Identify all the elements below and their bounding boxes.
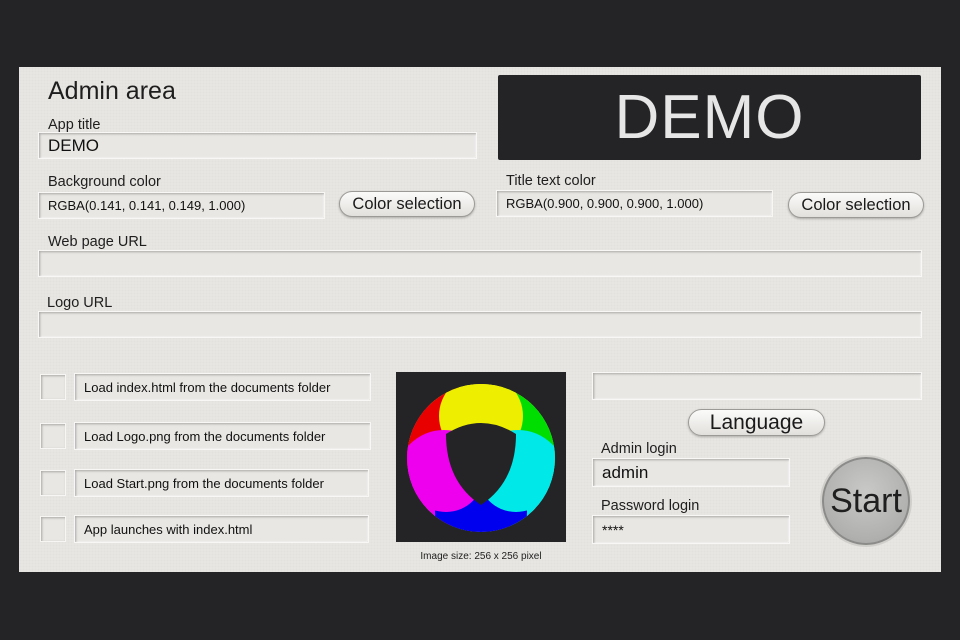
- logo-url-label: Logo URL: [47, 295, 113, 311]
- background-color-input[interactable]: RGBA(0.141, 0.141, 0.149, 1.000): [38, 192, 325, 219]
- launch-index-option: App launches with index.html: [74, 515, 369, 543]
- load-logo-checkbox[interactable]: [40, 423, 66, 449]
- language-button[interactable]: Language: [688, 409, 825, 436]
- start-button[interactable]: Start: [822, 457, 910, 545]
- load-index-checkbox[interactable]: [40, 374, 66, 400]
- language-display-field[interactable]: [592, 372, 922, 400]
- title-text-color-selection-button[interactable]: Color selection: [788, 192, 924, 218]
- password-login-input[interactable]: ****: [592, 515, 790, 544]
- launch-index-checkbox[interactable]: [40, 516, 66, 542]
- background-color-selection-button[interactable]: Color selection: [339, 191, 475, 217]
- admin-panel: Admin area App title DEMO DEMO Backgroun…: [19, 67, 941, 572]
- app-title-label: App title: [48, 117, 101, 133]
- web-page-url-input[interactable]: [38, 250, 922, 277]
- logo-url-input[interactable]: [38, 311, 922, 338]
- title-text-color-input[interactable]: RGBA(0.900, 0.900, 0.900, 1.000): [496, 190, 773, 217]
- load-start-option: Load Start.png from the documents folder: [74, 469, 369, 497]
- color-wheel-logo-icon: [407, 384, 555, 532]
- password-login-label: Password login: [601, 498, 700, 514]
- page-title: Admin area: [48, 77, 176, 105]
- load-start-checkbox[interactable]: [40, 470, 66, 496]
- load-index-option: Load index.html from the documents folde…: [74, 373, 371, 401]
- web-page-url-label: Web page URL: [48, 234, 147, 250]
- load-logo-option: Load Logo.png from the documents folder: [74, 422, 371, 450]
- title-preview: DEMO: [498, 75, 921, 160]
- admin-login-input[interactable]: admin: [592, 458, 790, 487]
- title-text-color-label: Title text color: [506, 173, 596, 189]
- admin-login-label: Admin login: [601, 441, 677, 457]
- logo-preview: [396, 372, 566, 542]
- app-title-input[interactable]: DEMO: [38, 132, 477, 159]
- background-color-label: Background color: [48, 174, 161, 190]
- image-size-caption: Image size: 256 x 256 pixel: [420, 551, 542, 562]
